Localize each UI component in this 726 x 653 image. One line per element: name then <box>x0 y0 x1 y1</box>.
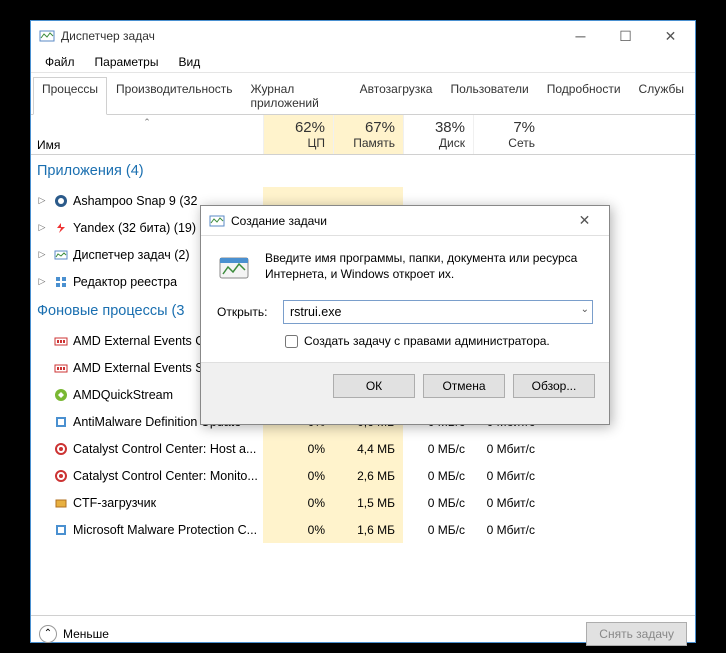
col-disk[interactable]: 38% Диск <box>403 115 473 154</box>
app-icon <box>53 468 69 484</box>
process-name: Catalyst Control Center: Host a... <box>73 442 256 456</box>
browse-button[interactable]: Обзор... <box>513 374 595 398</box>
tabstrip: Процессы Производительность Журнал прило… <box>31 73 695 115</box>
group-apps: Приложения (4) <box>31 155 695 187</box>
tab-users[interactable]: Пользователи <box>441 77 537 115</box>
col-name-label: Имя <box>37 138 60 152</box>
group-apps-count: (4) <box>126 163 144 179</box>
process-name: Yandex (32 бита) (19) <box>73 221 196 235</box>
col-cpu[interactable]: 62% ЦП <box>263 115 333 154</box>
fewer-label: Меньше <box>63 627 109 641</box>
cpu-usage-value: 62% <box>295 119 325 136</box>
app-icon <box>53 193 69 209</box>
process-name: AMDQuickStream <box>73 388 173 402</box>
admin-checkbox[interactable] <box>285 335 298 348</box>
create-task-dialog: Создание задачи ✕ Введите имя программы,… <box>200 205 610 425</box>
col-name[interactable]: ⌃ Имя <box>31 115 263 154</box>
chevron-up-icon: ⌃ <box>39 625 57 643</box>
process-name: CTF-загрузчик <box>73 496 156 510</box>
minimize-button[interactable]: ─ <box>558 22 603 50</box>
menu-file[interactable]: Файл <box>35 52 85 72</box>
dialog-close-button[interactable]: ✕ <box>562 207 607 235</box>
process-name-cell: Microsoft Malware Protection C... <box>31 516 263 543</box>
disk-usage-value: 38% <box>435 119 465 136</box>
ok-button[interactable]: ОК <box>333 374 415 398</box>
open-combobox[interactable]: ⌄ <box>283 300 593 324</box>
expand-icon[interactable]: ▷ <box>35 276 49 287</box>
window-controls: ─ ☐ ✕ <box>558 22 693 50</box>
process-name: Ashampoo Snap 9 (32 <box>73 194 197 208</box>
process-name: AMD External Events C <box>73 334 204 348</box>
table-row[interactable]: Microsoft Malware Protection C... 0%1,6 … <box>31 516 695 543</box>
table-row[interactable]: Catalyst Control Center: Host a... 0%4,4… <box>31 435 695 462</box>
menu-view[interactable]: Вид <box>168 52 210 72</box>
process-name-cell: Catalyst Control Center: Monito... <box>31 462 263 489</box>
statusbar: ⌃ Меньше Снять задачу <box>31 615 695 651</box>
tab-apphistory[interactable]: Журнал приложений <box>242 77 351 115</box>
dialog-instruction: Введите имя программы, папки, документа … <box>265 250 593 282</box>
group-bg-label: Фоновые процессы <box>37 303 168 319</box>
tab-services[interactable]: Службы <box>630 77 693 115</box>
memory-usage-value: 67% <box>365 119 395 136</box>
expand-icon[interactable]: ▷ <box>35 222 49 233</box>
app-icon <box>53 387 69 403</box>
app-icon <box>53 333 69 349</box>
close-button[interactable]: ✕ <box>648 22 693 50</box>
fewer-details-button[interactable]: ⌃ Меньше <box>39 625 109 643</box>
tab-details[interactable]: Подробности <box>538 77 630 115</box>
cpu-label: ЦП <box>307 136 325 150</box>
app-icon <box>53 247 69 263</box>
tab-startup[interactable]: Автозагрузка <box>351 77 442 115</box>
dialog-icon <box>209 213 225 229</box>
app-icon <box>39 28 55 44</box>
open-label: Открыть: <box>217 305 273 319</box>
window-title: Диспетчер задач <box>61 29 558 43</box>
dialog-buttons: ОК Отмена Обзор... <box>201 362 609 408</box>
process-name: Catalyst Control Center: Monito... <box>73 469 258 483</box>
dialog-title: Создание задачи <box>231 214 562 228</box>
dialog-titlebar: Создание задачи ✕ <box>201 206 609 236</box>
process-name: AMD External Events S <box>73 361 204 375</box>
app-icon <box>53 274 69 290</box>
process-name: Редактор реестра <box>73 275 177 289</box>
process-name: Диспетчер задач (2) <box>73 248 190 262</box>
cancel-button[interactable]: Отмена <box>423 374 505 398</box>
app-icon <box>53 360 69 376</box>
maximize-button[interactable]: ☐ <box>603 22 648 50</box>
process-name-cell: CTF-загрузчик <box>31 489 263 516</box>
col-memory[interactable]: 67% Память <box>333 115 403 154</box>
tab-processes[interactable]: Процессы <box>33 77 107 115</box>
app-icon <box>53 495 69 511</box>
network-label: Сеть <box>508 136 535 150</box>
table-row[interactable]: CTF-загрузчик 0%1,5 МБ0 МБ/с0 Мбит/с <box>31 489 695 516</box>
process-name-cell: Catalyst Control Center: Host a... <box>31 435 263 462</box>
dialog-body: Введите имя программы, папки, документа … <box>201 236 609 362</box>
memory-label: Память <box>353 136 395 150</box>
app-icon <box>53 522 69 538</box>
app-icon <box>53 414 69 430</box>
app-icon <box>53 441 69 457</box>
tab-performance[interactable]: Производительность <box>107 77 241 115</box>
expand-icon[interactable]: ▷ <box>35 249 49 260</box>
admin-label: Создать задачу с правами администратора. <box>304 334 550 348</box>
menu-options[interactable]: Параметры <box>85 52 169 72</box>
end-task-button[interactable]: Снять задачу <box>586 622 687 646</box>
sort-indicator-icon: ⌃ <box>143 117 151 128</box>
group-apps-label: Приложения <box>37 163 122 179</box>
expand-icon[interactable]: ▷ <box>35 195 49 206</box>
group-bg-count: (3 <box>172 303 185 319</box>
run-icon <box>217 250 253 286</box>
column-headers: ⌃ Имя 62% ЦП 67% Память 38% Диск 7% Сеть <box>31 115 695 155</box>
table-row[interactable]: Catalyst Control Center: Monito... 0%2,6… <box>31 462 695 489</box>
titlebar: Диспетчер задач ─ ☐ ✕ <box>31 21 695 51</box>
col-network[interactable]: 7% Сеть <box>473 115 543 154</box>
open-input[interactable] <box>283 300 593 324</box>
menubar: Файл Параметры Вид <box>31 51 695 73</box>
network-usage-value: 7% <box>513 119 535 136</box>
disk-label: Диск <box>439 136 465 150</box>
app-icon <box>53 220 69 236</box>
process-name: Microsoft Malware Protection C... <box>73 523 257 537</box>
